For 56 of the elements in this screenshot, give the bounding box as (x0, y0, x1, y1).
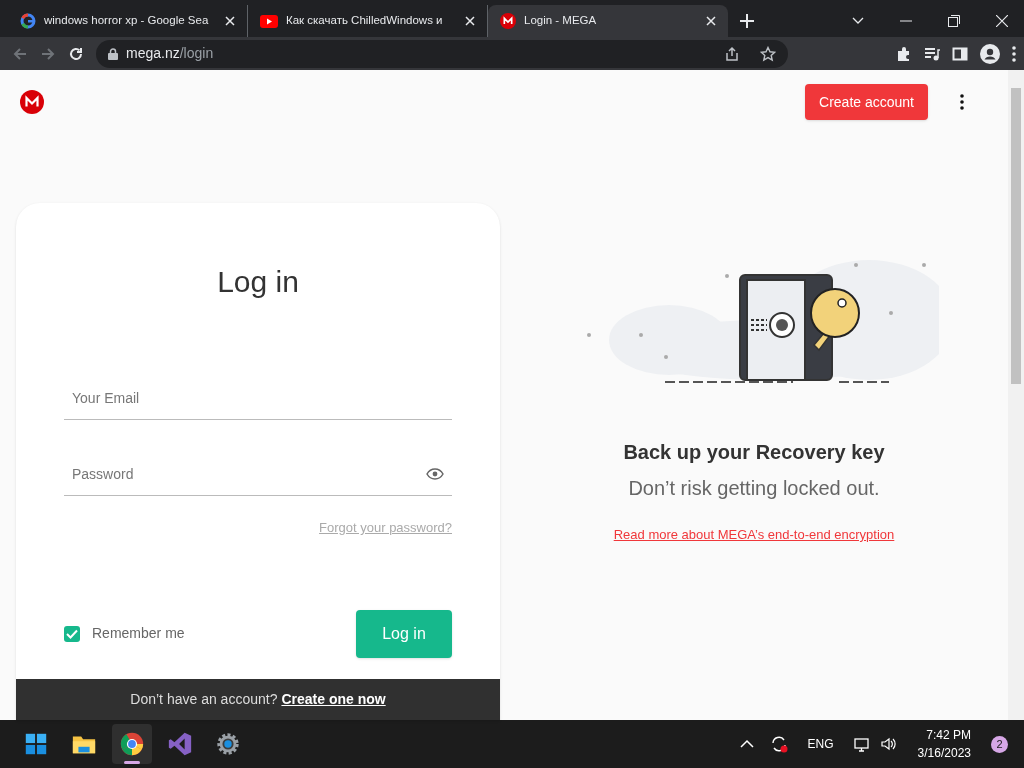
taskbar-app-button[interactable] (112, 724, 152, 764)
close-icon[interactable] (996, 15, 1008, 27)
address-bar[interactable]: mega.nz/login (96, 39, 788, 68)
create-account-button[interactable]: Create account (805, 84, 928, 120)
media-icon[interactable] (924, 45, 940, 62)
menu-icon[interactable] (1012, 45, 1016, 62)
chrome-icon (119, 731, 145, 757)
profile-icon[interactable] (980, 43, 1000, 64)
new-tab-icon[interactable] (740, 14, 754, 28)
forward-icon[interactable] (40, 45, 56, 62)
encryption-link[interactable]: Read more about MEGA’s end-to-end encryption (613, 525, 895, 545)
puzzle-icon[interactable] (896, 45, 912, 62)
back-icon[interactable] (12, 45, 28, 62)
mega-logo-icon[interactable] (20, 90, 44, 114)
tab-title: windows horror xp - Google Sea (44, 13, 210, 29)
signup-prompt: Don’t have an account? (130, 690, 278, 709)
browser-tab[interactable]: Login - MEGA (488, 5, 728, 37)
promo-subheading: Don’t risk getting locked out. (628, 476, 880, 501)
close-icon[interactable] (706, 16, 716, 26)
create-one-now-link[interactable]: Create one now (281, 689, 386, 710)
scrollbar[interactable] (1008, 70, 1024, 720)
restore-icon[interactable] (948, 15, 960, 27)
visual-studio-icon (167, 731, 193, 757)
play-icon (260, 14, 278, 28)
google-icon (20, 13, 36, 29)
url-text: mega.nz/login (126, 44, 214, 63)
close-icon[interactable] (465, 16, 475, 26)
side-panel-icon[interactable] (952, 45, 968, 62)
star-icon[interactable] (760, 45, 776, 62)
clock-date: 3/16/2023 (917, 745, 971, 762)
tab-title: Login - MEGA (524, 13, 598, 29)
close-icon[interactable] (225, 16, 235, 26)
language-indicator[interactable]: ENG (807, 735, 834, 753)
tab-title: Как скачать ChilledWindows и (286, 13, 444, 29)
chevron-up-icon[interactable] (739, 739, 754, 749)
gear-icon (215, 731, 241, 757)
notification-badge[interactable]: 2 (991, 735, 1008, 753)
sync-icon[interactable] (769, 735, 788, 753)
network-icon[interactable] (853, 736, 872, 752)
clock-time: 7:42 PM (926, 727, 971, 744)
eye-icon[interactable] (426, 468, 444, 480)
chevron-down-icon[interactable] (852, 17, 864, 25)
more-options-icon[interactable] (960, 94, 964, 110)
remember-me-checkbox[interactable] (64, 625, 80, 642)
volume-icon[interactable] (879, 736, 898, 752)
remember-me-label: Remember me (92, 624, 185, 643)
login-title: Log in (217, 264, 299, 300)
email-field[interactable]: Your Email (64, 376, 452, 420)
reload-icon[interactable] (68, 45, 84, 62)
start-icon (23, 731, 49, 757)
password-field[interactable]: Password (64, 452, 452, 496)
clock[interactable]: 7:42 PM 3/16/2023 (917, 726, 971, 762)
share-icon[interactable] (724, 45, 740, 62)
lock-icon (108, 47, 118, 60)
mega-icon (500, 13, 516, 29)
promo-heading: Back up your Recovery key (623, 440, 885, 465)
